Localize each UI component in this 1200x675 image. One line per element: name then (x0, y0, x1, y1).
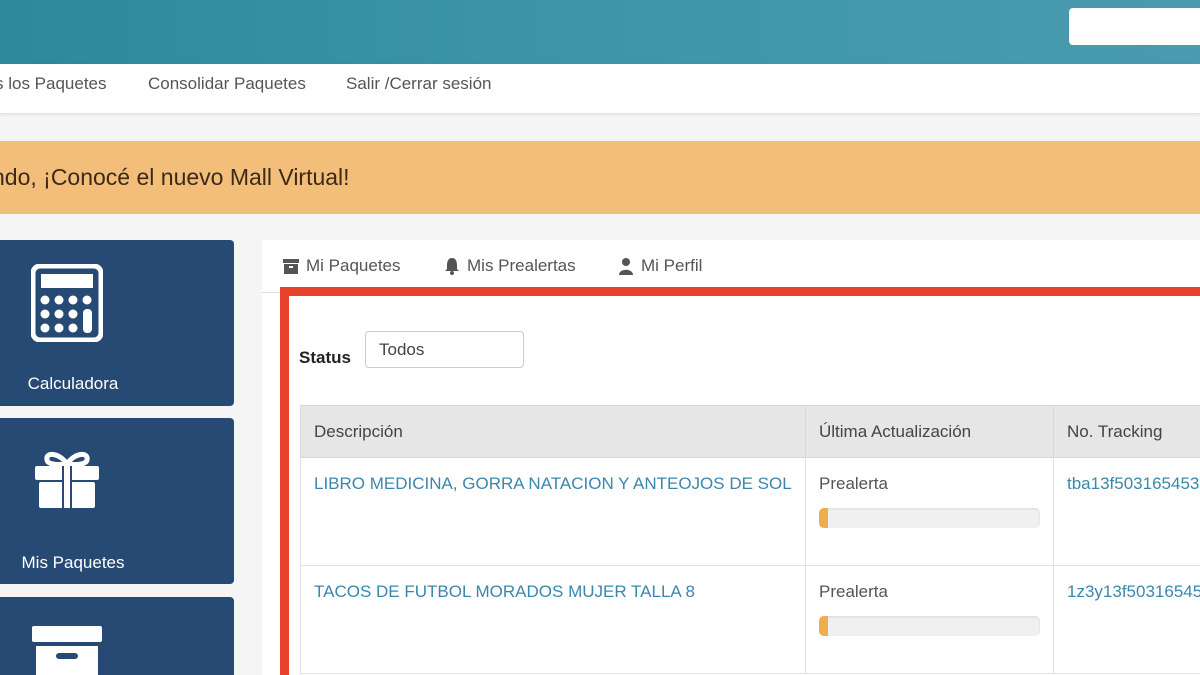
description-cell: LIBRO MEDICINA, GORRA NATACION Y ANTEOJO… (300, 457, 806, 566)
tab-bar: Mi Paquetes Mis Prealertas Mi Perfil (262, 240, 1200, 293)
packages-table: Descripción Última Actualización No. Tra… (300, 405, 1200, 674)
tab-my-prealerts[interactable]: Mis Prealertas (443, 256, 576, 276)
tab-my-packages[interactable]: Mi Paquetes (282, 256, 401, 276)
table-row: LIBRO MEDICINA, GORRA NATACION Y ANTEOJO… (300, 457, 1200, 566)
column-header-tracking[interactable]: No. Tracking (1053, 405, 1200, 458)
table-header-row: Descripción Última Actualización No. Tra… (300, 405, 1200, 458)
top-header-bar (0, 0, 1200, 64)
calculator-icon (0, 264, 134, 342)
sidebar-tile-my-packages[interactable]: Mis Paquetes (0, 418, 234, 584)
tab-my-profile[interactable]: Mi Perfil (617, 256, 702, 276)
bell-icon (445, 258, 459, 275)
tab-label: Mi Paquetes (306, 256, 401, 275)
tracking-number-link[interactable]: tba13f503165453 (1067, 474, 1199, 493)
sidebar-tile-label: Mis Paquetes (21, 553, 125, 572)
package-status-text: Prealerta (819, 582, 888, 601)
tracking-number-link[interactable]: 1z3y13f50316545 (1067, 582, 1200, 601)
status-filter-select[interactable]: Todos (365, 331, 524, 368)
status-progress-bar (819, 508, 1040, 528)
header-search-input[interactable] (1069, 8, 1200, 45)
tracking-cell: tba13f503165453 (1053, 457, 1200, 566)
archive-icon (0, 626, 134, 675)
package-description-link[interactable]: TACOS DE FUTBOL MORADOS MUJER TALLA 8 (314, 582, 695, 601)
nav-link-logout[interactable]: Salir /Cerrar sesión (346, 74, 492, 94)
column-header-description[interactable]: Descripción (300, 405, 806, 458)
sidebar-tile-calculator[interactable]: Calculadora (0, 240, 234, 406)
progress-fill (819, 508, 828, 528)
package-status-text: Prealerta (819, 474, 888, 493)
tab-label: Mis Prealertas (467, 256, 576, 275)
gift-icon (0, 450, 134, 510)
progress-fill (819, 616, 828, 636)
description-cell: TACOS DE FUTBOL MORADOS MUJER TALLA 8 (300, 565, 806, 674)
promo-banner[interactable]: ndo, ¡Conocé el nuevo Mall Virtual! (0, 141, 1200, 214)
main-navbar: s los Paquetes Consolidar Paquetes Salir… (0, 64, 1200, 114)
tab-label: Mi Perfil (641, 256, 703, 275)
tracking-cell: 1z3y13f50316545 (1053, 565, 1200, 674)
last-update-cell: Prealerta (805, 565, 1054, 674)
sidebar-tile-label: Calculadora (27, 374, 119, 393)
last-update-cell: Prealerta (805, 457, 1054, 566)
promo-banner-text: ndo, ¡Conocé el nuevo Mall Virtual! (0, 164, 350, 190)
status-progress-bar (819, 616, 1040, 636)
sidebar-tile-archive[interactable] (0, 597, 234, 675)
user-icon (619, 258, 633, 275)
status-filter-label: Status (299, 348, 351, 367)
archive-icon (283, 259, 299, 274)
nav-link-consolidate[interactable]: Consolidar Paquetes (148, 74, 306, 94)
column-header-last-update[interactable]: Última Actualización (805, 405, 1054, 458)
table-row: TACOS DE FUTBOL MORADOS MUJER TALLA 8 Pr… (300, 565, 1200, 674)
nav-link-all-packages[interactable]: s los Paquetes (0, 74, 107, 94)
package-description-link[interactable]: LIBRO MEDICINA, GORRA NATACION Y ANTEOJO… (314, 474, 792, 493)
